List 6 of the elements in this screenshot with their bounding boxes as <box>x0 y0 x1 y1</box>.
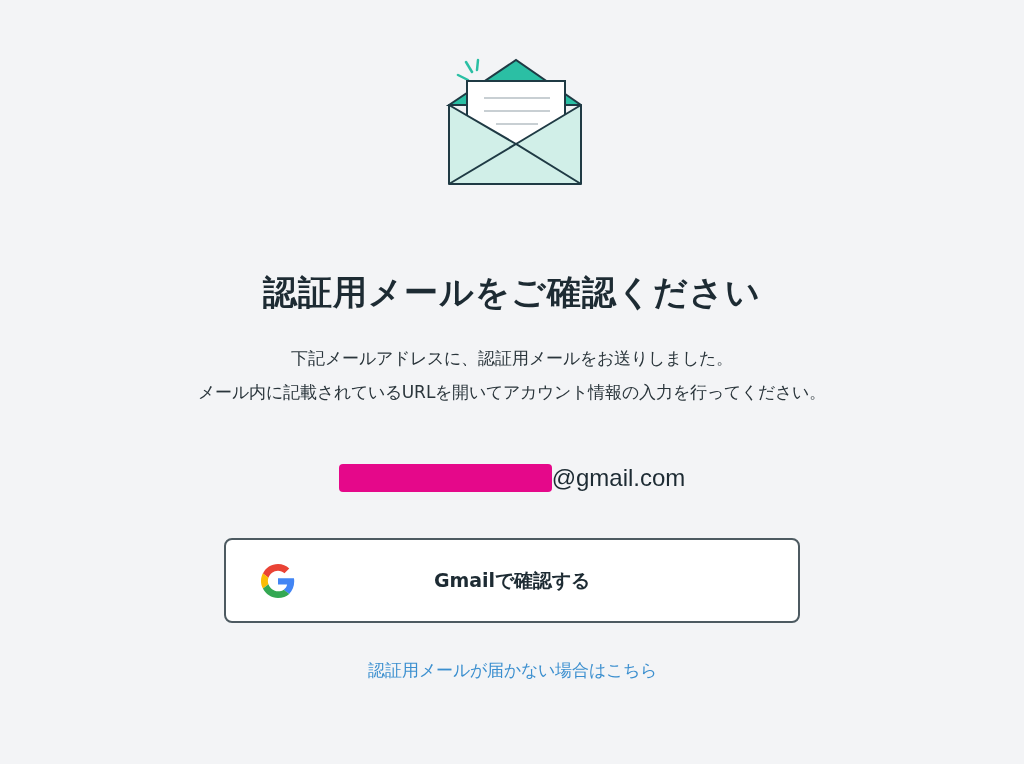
page-title: 認証用メールをご確認ください <box>263 271 761 314</box>
message-text: 下記メールアドレスに、認証用メールをお送りしました。 <box>291 347 733 370</box>
email-address: @gmail.com <box>551 464 686 492</box>
message-text: メール内に記載されているURLを開いてアカウント情報の入力を行ってください。 <box>197 381 827 404</box>
google-icon <box>261 564 295 598</box>
gmail-button[interactable]: Gmailで確認する <box>224 538 800 623</box>
